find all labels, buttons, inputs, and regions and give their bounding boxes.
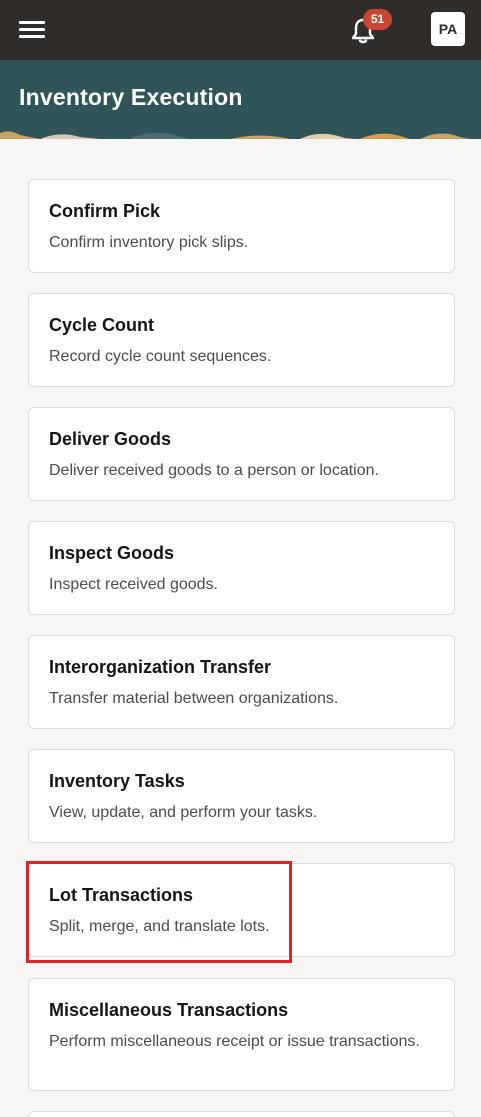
user-avatar[interactable]: PA bbox=[431, 12, 465, 46]
card-title: Miscellaneous Transactions bbox=[49, 1000, 289, 1020]
card-inspect-goods[interactable]: Inspect Goods Inspect received goods. bbox=[28, 521, 455, 615]
card-description: Inspect received goods. bbox=[49, 576, 218, 593]
card-cycle-count[interactable]: Cycle Count Record cycle count sequences… bbox=[28, 293, 455, 387]
card-confirm-pick[interactable]: Confirm Pick Confirm inventory pick slip… bbox=[28, 179, 455, 273]
card-description: Perform miscellaneous receipt or issue t… bbox=[49, 1033, 420, 1050]
card-description: Deliver received goods to a person or lo… bbox=[49, 462, 379, 479]
card-inventory-tasks[interactable]: Inventory Tasks View, update, and perfor… bbox=[28, 749, 455, 843]
card-description: View, update, and perform your tasks. bbox=[49, 804, 318, 821]
card-description: Transfer material between organizations. bbox=[49, 690, 339, 707]
top-bar: 51 PA bbox=[0, 0, 481, 60]
card-miscellaneous-transactions[interactable]: Miscellaneous Transactions Perform misce… bbox=[28, 978, 455, 1091]
page-header-banner: Inventory Execution bbox=[0, 60, 481, 139]
card-title: Interorganization Transfer bbox=[49, 657, 272, 677]
hamburger-menu-icon[interactable] bbox=[19, 18, 47, 42]
card-title: Lot Transactions bbox=[49, 885, 194, 905]
card-title: Cycle Count bbox=[49, 315, 155, 335]
card-title: Inventory Tasks bbox=[49, 771, 185, 791]
notification-count-badge[interactable]: 51 bbox=[363, 9, 392, 30]
decorative-banner-pattern bbox=[0, 131, 470, 139]
card-lot-transactions[interactable]: Lot Transactions Split, merge, and trans… bbox=[28, 863, 455, 957]
card-title: Confirm Pick bbox=[49, 201, 161, 221]
card-description: Confirm inventory pick slips. bbox=[49, 234, 249, 251]
page-title: Inventory Execution bbox=[19, 84, 243, 110]
card-description: Record cycle count sequences. bbox=[49, 348, 272, 365]
card-title: Inspect Goods bbox=[49, 543, 175, 563]
card-title: Deliver Goods bbox=[49, 429, 172, 449]
card-deliver-goods[interactable]: Deliver Goods Deliver received goods to … bbox=[28, 407, 455, 501]
next-card-edge[interactable] bbox=[28, 1111, 455, 1117]
card-interorganization-transfer[interactable]: Interorganization Transfer Transfer mate… bbox=[28, 635, 455, 729]
card-description: Split, merge, and translate lots. bbox=[49, 918, 270, 935]
